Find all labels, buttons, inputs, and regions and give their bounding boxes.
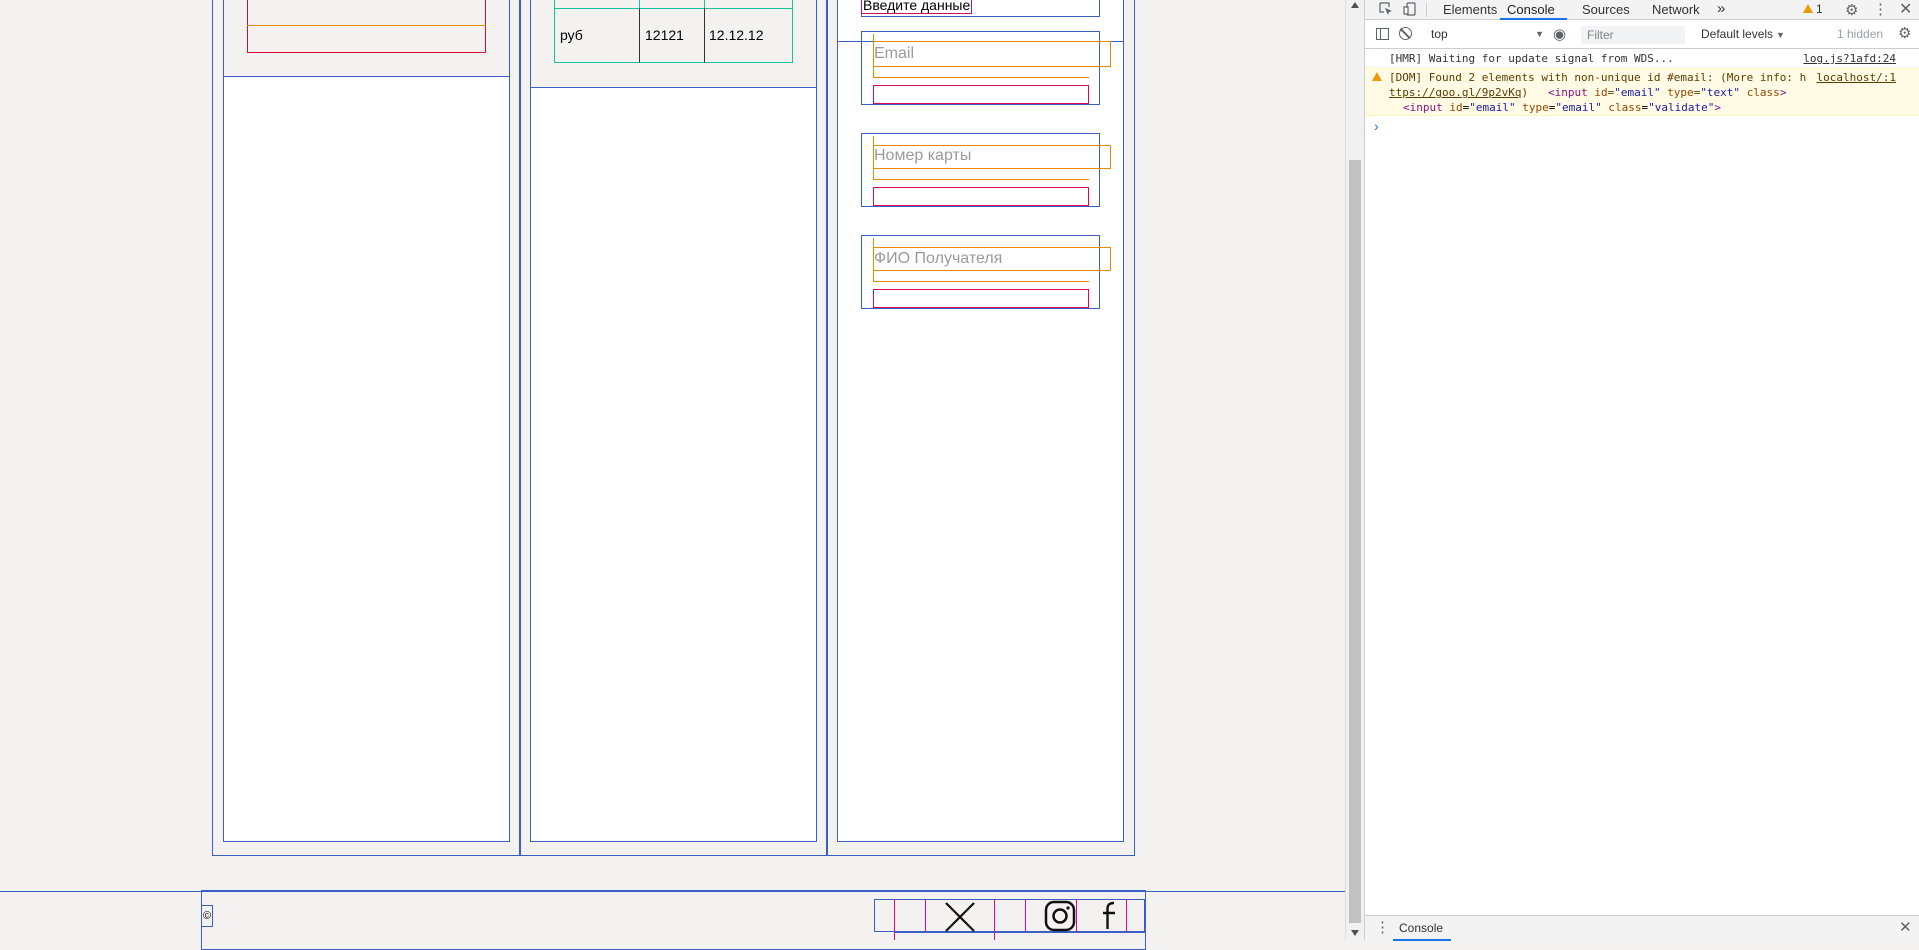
form-heading: Введите данные — [861, 0, 973, 14]
table-col-divider-1 — [639, 0, 640, 8]
warning-line-2: ttps://goo.gl/9p2vKq) <input id="email" … — [1389, 86, 1787, 99]
context-label: top — [1431, 27, 1448, 41]
more-tabs-button[interactable]: » — [1717, 0, 1725, 19]
table-cell-amount: 12121 — [640, 8, 705, 63]
x-icon[interactable] — [944, 901, 976, 933]
log-levels-dropdown[interactable]: Default levels ▼ — [1701, 27, 1785, 41]
drawer-menu-icon[interactable]: ⋮ — [1375, 918, 1390, 936]
clear-console-icon[interactable] — [1399, 27, 1412, 40]
table-cell-date: 12.12.12 — [709, 27, 764, 43]
chevron-down-icon: ▼ — [1535, 29, 1544, 39]
email-error — [873, 85, 1089, 104]
console-toolbar: top ▼ ◉ Filter Default levels ▼ 1 hidden … — [1365, 21, 1919, 49]
hidden-count: 1 hidden — [1837, 27, 1884, 41]
email-field-line — [873, 77, 1089, 78]
sidebar-toggle-icon[interactable] — [1376, 28, 1389, 40]
settings-gear-icon[interactable]: ⚙ — [1845, 1, 1858, 19]
console-message-text: [HMR] Waiting for update signal from WDS… — [1389, 52, 1674, 65]
recipient-name-field-line — [873, 281, 1089, 282]
warning-count[interactable]: 1 — [1816, 2, 1823, 16]
scroll-up-arrow-icon[interactable] — [1351, 2, 1359, 8]
devtools-panel: Elements Console Sources Network » 1 ⚙ ⋮… — [1364, 0, 1919, 941]
warning-text: [DOM] Found 2 elements with non-unique i… — [1389, 71, 1807, 84]
live-expression-eye-icon[interactable]: ◉ — [1553, 25, 1566, 43]
more-options-icon[interactable]: ⋮ — [1873, 0, 1888, 18]
devtools-toolbar: Elements Console Sources Network » 1 ⚙ ⋮… — [1365, 0, 1919, 20]
console-filter-input[interactable]: Filter — [1581, 26, 1685, 44]
drawer-tab-underline — [1393, 939, 1451, 941]
column-2-body — [530, 87, 817, 842]
device-toolbar-icon[interactable] — [1403, 2, 1417, 16]
close-devtools-icon[interactable]: ✕ — [1899, 0, 1912, 19]
page-scrollbar[interactable] — [1345, 0, 1364, 940]
social-grid-line-1 — [894, 899, 895, 940]
card-number-field-line — [873, 179, 1089, 180]
form-body — [837, 0, 1124, 842]
warning-source[interactable]: localhost/:1 — [1817, 71, 1896, 84]
warning-more-info-link[interactable]: ttps://goo.gl/9p2vKq — [1389, 86, 1521, 99]
tab-console-underline — [1500, 18, 1567, 20]
console-settings-gear-icon[interactable]: ⚙ — [1898, 24, 1911, 42]
card-number-error — [873, 187, 1089, 206]
warning-triangle-icon — [1372, 72, 1382, 81]
column-1-red-box — [247, 0, 486, 53]
social-grid-line-5 — [1076, 899, 1077, 932]
email-placeholder: Email — [874, 45, 915, 62]
console-message-log: [HMR] Waiting for update signal from WDS… — [1365, 50, 1919, 67]
table-col-divider-2 — [704, 0, 705, 8]
instagram-icon[interactable] — [1044, 900, 1076, 932]
social-grid-line-4 — [1025, 899, 1026, 932]
warning-icon[interactable] — [1803, 4, 1813, 13]
scrollbar-thumb[interactable] — [1349, 160, 1361, 923]
column-1-orange-line — [247, 25, 486, 26]
recipient-name-placeholder: ФИО Получателя — [874, 250, 1003, 267]
social-grid-line-3 — [994, 899, 995, 940]
tab-network[interactable]: Network — [1652, 0, 1700, 19]
console-drawer-bar: ⋮ Console ✕ — [1365, 915, 1919, 941]
toolbar-separator — [1426, 3, 1427, 17]
facebook-icon[interactable] — [1098, 899, 1122, 931]
column-1-body — [223, 76, 510, 842]
card-number-placeholder: Номер карты — [874, 147, 972, 164]
drawer-tab-console[interactable]: Console — [1399, 921, 1443, 935]
recipient-name-error — [873, 289, 1089, 308]
scroll-down-arrow-icon[interactable] — [1351, 930, 1359, 936]
inspect-element-icon[interactable] — [1379, 2, 1393, 16]
tab-sources[interactable]: Sources — [1582, 0, 1630, 19]
copyright: © — [201, 905, 213, 927]
console-message-source[interactable]: log.js?1afd:24 — [1803, 52, 1896, 65]
tab-elements[interactable]: Elements — [1443, 0, 1497, 19]
console-prompt[interactable]: › — [1374, 118, 1379, 134]
social-grid-line-6 — [1126, 899, 1127, 932]
log-levels-label: Default levels — [1701, 27, 1774, 41]
page-viewport: руб 12121 12.12.12 Введите данные Email … — [0, 0, 1345, 950]
tab-console[interactable]: Console — [1507, 0, 1555, 19]
console-warning: [DOM] Found 2 elements with non-unique i… — [1365, 68, 1919, 116]
context-selector[interactable]: top ▼ — [1431, 25, 1546, 43]
social-bottom-line — [894, 932, 1146, 933]
close-drawer-icon[interactable]: ✕ — [1899, 918, 1912, 936]
table-cell-currency: руб — [554, 8, 640, 63]
social-grid-line-2 — [925, 899, 926, 932]
warning-line-3: <input id="email" type="email" class="va… — [1403, 101, 1721, 114]
